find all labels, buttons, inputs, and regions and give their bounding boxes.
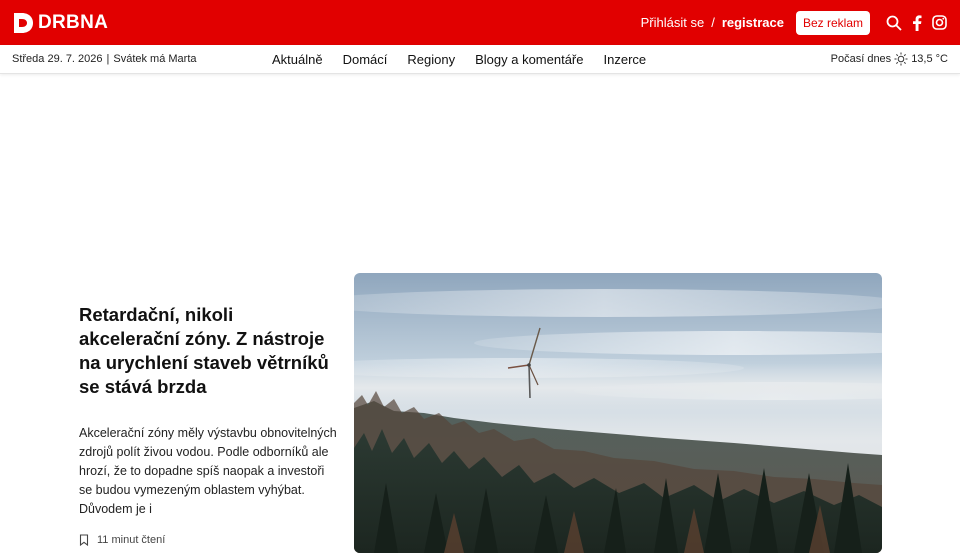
- weather-widget[interactable]: Počasí dnes 13,5 °C: [831, 52, 948, 66]
- header-actions: Přihlásit se / registrace Bez reklam: [641, 10, 948, 35]
- weather-label: Počasí dnes: [830, 53, 892, 65]
- main-nav: Aktuálně Domácí Regiony Blogy a komentář…: [272, 45, 646, 74]
- wind-turbine-forest-photo: [354, 273, 882, 553]
- temperature: 13,5 °C: [911, 53, 948, 65]
- secondary-bar: Středa 29. 7. 2026 | Svátek má Marta Akt…: [0, 45, 960, 74]
- search-icon[interactable]: [885, 14, 902, 31]
- facebook-icon[interactable]: [908, 14, 925, 31]
- lead-article: Retardační, nikoli akcelerační zóny. Z n…: [79, 303, 337, 546]
- register-link[interactable]: registrace: [722, 15, 784, 30]
- current-date: Středa 29. 7. 2026: [12, 53, 103, 65]
- top-bar: DRBNA Přihlásit se / registrace Bez rekl…: [0, 0, 960, 45]
- date-divider: |: [106, 53, 110, 65]
- instagram-icon[interactable]: [931, 14, 948, 31]
- nav-item-domaci[interactable]: Domácí: [343, 52, 388, 67]
- nameday: Svátek má Marta: [113, 53, 197, 65]
- date-nameday: Středa 29. 7. 2026 | Svátek má Marta: [12, 53, 282, 65]
- nav-item-inzerce[interactable]: Inzerce: [604, 52, 647, 67]
- logo-text: DRBNA: [38, 11, 109, 33]
- article-meta: 11 minut čtení: [79, 534, 337, 546]
- drbna-logo-icon: [14, 12, 33, 33]
- sun-icon: [894, 52, 908, 66]
- reading-time: 11 minut čtení: [97, 534, 166, 546]
- article-perex[interactable]: Akcelerační zóny měly výstavbu obnovitel…: [79, 424, 337, 519]
- article-headline[interactable]: Retardační, nikoli akcelerační zóny. Z n…: [79, 303, 337, 399]
- nav-item-regiony[interactable]: Regiony: [407, 52, 455, 67]
- article-hero-image[interactable]: [354, 273, 882, 553]
- bookmark-icon: [79, 534, 89, 546]
- login-link[interactable]: Přihlásit se: [641, 15, 705, 30]
- ad-free-button[interactable]: Bez reklam: [795, 10, 870, 35]
- site-logo[interactable]: DRBNA: [12, 12, 108, 34]
- login-separator: /: [711, 15, 715, 30]
- nav-item-aktualne[interactable]: Aktuálně: [272, 52, 323, 67]
- nav-item-blogy[interactable]: Blogy a komentáře: [475, 52, 583, 67]
